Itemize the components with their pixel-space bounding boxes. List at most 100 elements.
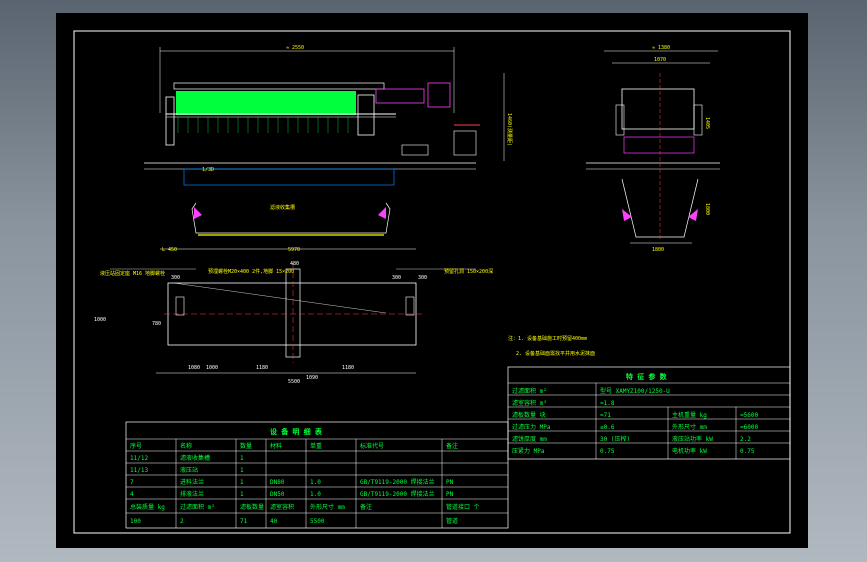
dim-side-bottom: 1800 — [652, 247, 664, 253]
dim-side-lower: 1800 — [704, 203, 710, 215]
parts-header-cell: 单重 — [310, 442, 322, 450]
filter-plate-pack — [176, 91, 356, 115]
spec-cell: 0.75 — [740, 448, 755, 455]
spec-cell: 滤室容积 m³ — [512, 399, 547, 407]
hydraulic-station — [427, 82, 451, 108]
spec-cell: 滤饼厚度 mm — [512, 435, 547, 443]
callout-plan-left: 液压站固定座 M16 地脚螺栓 — [100, 270, 165, 277]
spec-cell: 2.2 — [740, 436, 751, 443]
spec-cell: 过滤面积 m² — [512, 387, 547, 395]
parts-footer-header: 滤板数量 — [240, 503, 264, 511]
spec-cell: ≈5600 — [740, 412, 758, 419]
parts-header-cell: 数量 — [240, 442, 252, 450]
cad-drawing: ≈ 2550 滤液收集槽 1/3D L 450 5970 1460(测量距) ≈… — [73, 30, 791, 534]
parts-header-cell: 名称 — [180, 442, 192, 450]
note-1: 注：1. 设备基础施工时预留400mm — [508, 335, 587, 342]
parts-cell: DN80 — [270, 479, 285, 486]
dim-plan-f: 1000 — [206, 365, 218, 371]
parts-cell: DN50 — [270, 491, 285, 498]
hydraulic-cylinder — [375, 88, 425, 104]
parts-footer-header: 滤室容积 — [270, 503, 294, 511]
dim-front-width: ≈ 2550 — [286, 45, 304, 51]
dim-plan-c: 300 — [392, 275, 401, 281]
dim-plan-j: 5500 — [288, 379, 300, 385]
parts-cell: 11/12 — [130, 455, 148, 462]
parts-cell: 1 — [240, 491, 244, 498]
spec-rows: 过滤面积 m² 型号 XAMYZ100/1250-U 滤室容积 m³ ≈1.8 滤板数量… — [512, 387, 758, 455]
dim-plan-a: 480 — [290, 261, 299, 267]
spec-cell: ≈6000 — [740, 424, 758, 431]
parts-header-cell: 材料 — [270, 442, 282, 450]
parts-header-cell: 标准代号 — [360, 442, 384, 450]
parts-header-cell: 序号 — [130, 442, 142, 450]
parts-cell: 1.0 — [310, 479, 321, 486]
side-view: ≈ 1380 1070 1800 1405 1800 — [586, 45, 720, 253]
parts-footer-header: 总装质量 kg — [130, 503, 165, 511]
spec-cell: 主机重量 kg — [672, 411, 707, 419]
tail-plate — [357, 94, 375, 136]
dim-plan-h: 1180 — [342, 365, 354, 371]
drawing-sheet: ≈ 2550 滤液收集槽 1/3D L 450 5970 1460(测量距) ≈… — [56, 13, 808, 548]
spec-cell: ≈71 — [600, 412, 611, 419]
dim-plan-l: 1090 — [306, 375, 318, 381]
dim-plan-d: 1000 — [94, 317, 106, 323]
parts-cell: 11/13 — [130, 467, 148, 474]
dim-total-length: 5970 — [288, 247, 300, 253]
dim-side-top: 1070 — [654, 57, 666, 63]
parts-footer-value: 71 — [240, 518, 248, 525]
parts-cell: GB/T9119-2000 焊接法兰 — [360, 490, 435, 498]
parts-cell: PN — [446, 491, 454, 498]
parts-cell: 进料法兰 — [180, 478, 204, 486]
dim-plan-e: 780 — [152, 321, 161, 327]
spec-cell: 过滤压力 MPa — [512, 423, 551, 431]
parts-footer-value: 2 — [180, 518, 184, 525]
dim-plan-b: 300 — [171, 275, 180, 281]
callout-plan-right: 预留孔洞 150×200深 — [444, 268, 493, 275]
parts-cell: 4 — [130, 491, 134, 498]
spec-title: 特 征 参 数 — [626, 372, 668, 381]
spec-cell: 压紧力 MPa — [512, 447, 545, 455]
spec-cell: ≈1.8 — [600, 400, 615, 407]
parts-title: 设 备 明 细 表 — [270, 427, 323, 436]
parts-cell: GB/T9119-2000 焊接法兰 — [360, 478, 435, 486]
front-view: ≈ 2550 滤液收集槽 1/3D L 450 5970 1460(测量距) — [144, 45, 513, 253]
parts-footer-value: 5500 — [310, 518, 325, 525]
callout-plan-mid: 预埋螺栓M20×400 2件,地脚 15×200 — [208, 268, 294, 275]
spec-cell: 0.75 — [600, 448, 615, 455]
spec-cell: 30 (压榨) — [600, 435, 630, 443]
pit — [183, 168, 395, 186]
spec-cell: 型号 XAMYZ100/1250-U — [600, 387, 670, 395]
dim-total-height: 1460(测量距) — [506, 113, 513, 146]
parts-footer-value: 管道 — [446, 517, 458, 525]
parts-header-cell: 备注 — [446, 442, 458, 450]
dim-side-upper: 1405 — [704, 117, 710, 129]
dim-plan-k: 300 — [418, 275, 427, 281]
parts-footer-value: 100 — [130, 518, 141, 525]
dim-plan-g: 1180 — [256, 365, 268, 371]
parts-cell: 滤液收集槽 — [180, 454, 210, 462]
parts-cell: 1.0 — [310, 491, 321, 498]
parts-cell: 1 — [240, 479, 244, 486]
parts-footer-value: 40 — [270, 518, 278, 525]
parts-footer-header: 备注 — [360, 503, 372, 511]
dim-left-offset: L 450 — [162, 247, 177, 253]
spec-cell: ≤0.6 — [600, 424, 615, 431]
dim-side-overall: ≈ 1380 — [652, 45, 670, 51]
dim-plan-i: 1080 — [188, 365, 200, 371]
parts-cell: 1 — [240, 455, 244, 462]
parts-footer-header: 管道接口 个 — [446, 503, 480, 511]
spec-cell: 电机功率 kW — [672, 447, 707, 455]
parts-cell: PN — [446, 479, 454, 486]
note-2: 2. 设备基础面需找平并用水泥抹面 — [516, 350, 595, 357]
plan-view: 液压站固定座 M16 地脚螺栓 预埋螺栓M20×400 2件,地脚 15×200… — [94, 261, 493, 385]
head-plate — [165, 96, 175, 146]
parts-footer-header: 外形尺寸 mm — [310, 503, 345, 511]
spec-cell: 外形尺寸 mm — [672, 423, 707, 431]
label-side-note: 1/3D — [202, 167, 214, 173]
spec-table: 特 征 参 数 过滤面积 m² 型号 XAMYZ100/1250-U 滤室容积 m³… — [507, 366, 791, 460]
spec-cell: 液压站功率 kW — [672, 435, 713, 443]
spec-cell: 滤板数量 块 — [512, 411, 546, 419]
parts-rows: 序号 名称 数量 材料 单重 标准代号 备注11/12 滤液收集槽 111/13 液压站 17 进料法… — [130, 442, 480, 525]
parts-cell: 排液法兰 — [180, 490, 204, 498]
motor — [453, 130, 477, 156]
